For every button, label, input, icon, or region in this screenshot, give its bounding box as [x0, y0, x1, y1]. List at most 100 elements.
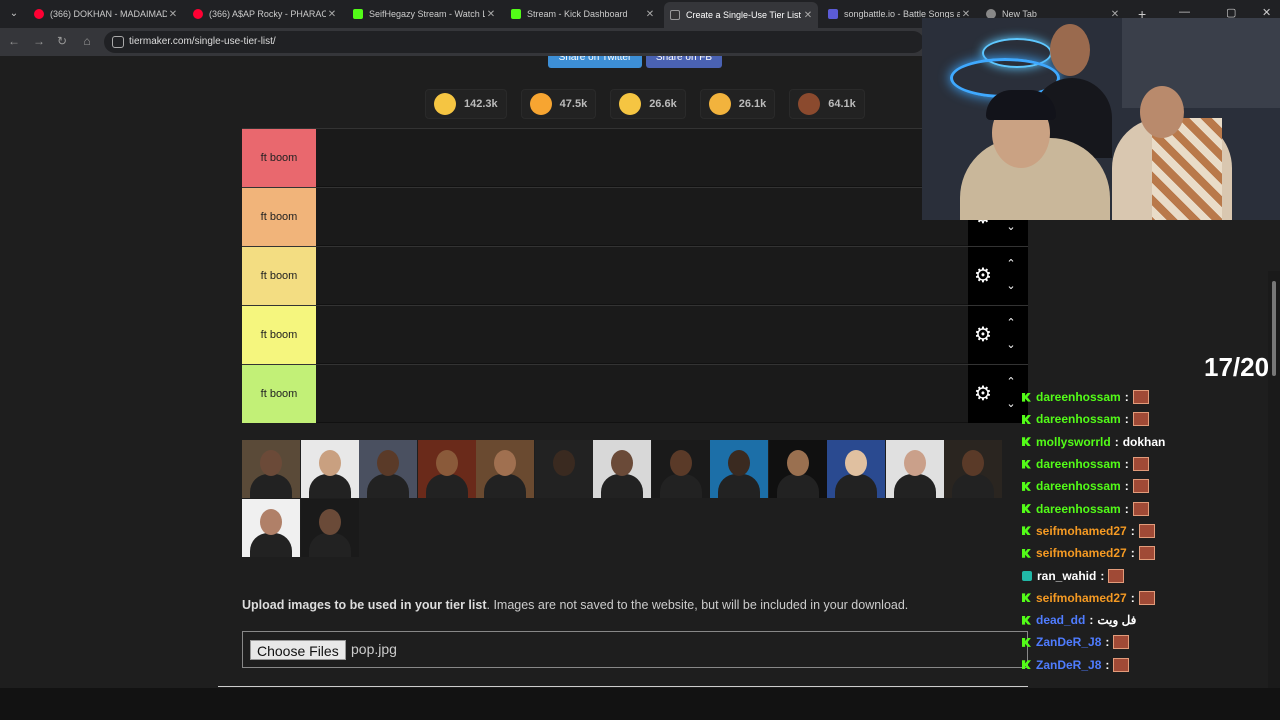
reaction-count: 26.6k — [649, 98, 677, 110]
portrait-head — [903, 450, 926, 476]
gear-icon[interactable]: ⚙ — [972, 324, 994, 346]
share-fb-button[interactable]: Share on FB — [646, 56, 722, 68]
kick-badge-icon — [1022, 615, 1031, 625]
tier-image[interactable] — [300, 440, 359, 498]
tier-label[interactable]: ft boom — [242, 247, 316, 305]
tier-row[interactable]: ft boom ⚙ ⌃ ⌄ — [242, 305, 1028, 364]
chat-username[interactable]: seifmohamed27 — [1036, 546, 1127, 560]
youtube-icon — [34, 9, 44, 19]
reload-icon[interactable]: ↻ — [55, 34, 69, 48]
forward-icon[interactable]: → — [32, 34, 46, 48]
tab-label: Stream - Kick Dashboard — [527, 9, 628, 19]
gear-icon[interactable]: ⚙ — [972, 265, 994, 287]
tab-close-icon[interactable]: ✕ — [485, 9, 497, 20]
scrollbar-thumb[interactable] — [1272, 281, 1276, 376]
upload-instructions-bold: Upload images to be used in your tier li… — [242, 598, 487, 612]
chevron-down-icon[interactable]: ⌄ — [1002, 220, 1020, 234]
chat-username[interactable]: dareenhossam — [1036, 390, 1121, 404]
tier-label[interactable]: ft boom — [242, 188, 316, 246]
file-input[interactable]: Choose Files pop.jpg — [242, 631, 1028, 668]
tier-image[interactable] — [359, 440, 417, 498]
portrait-head — [669, 450, 692, 476]
chat-username[interactable]: ran_wahid — [1037, 569, 1096, 583]
portrait-body — [250, 533, 292, 557]
tier-image[interactable] — [242, 440, 300, 498]
tier-image[interactable] — [710, 440, 768, 498]
tab-close-icon[interactable]: ✕ — [167, 9, 179, 20]
chat-emote-icon — [1132, 457, 1149, 472]
tab-close-icon[interactable]: ✕ — [644, 9, 656, 20]
divider — [218, 686, 1028, 687]
tier-image[interactable] — [827, 440, 885, 498]
kick-icon — [511, 9, 521, 19]
share-twitter-button[interactable]: Share on Twitter — [548, 56, 642, 68]
site-info-icon[interactable] — [112, 36, 124, 48]
tier-label[interactable]: ft boom — [242, 129, 316, 187]
tier-label[interactable]: ft boom — [242, 306, 316, 364]
chat-username[interactable]: seifmohamed27 — [1036, 591, 1127, 605]
chat-username[interactable]: mollysworrld — [1036, 435, 1111, 449]
chevron-down-icon[interactable]: ⌄ — [1002, 338, 1020, 352]
tier-image[interactable] — [651, 440, 710, 498]
tier-image[interactable] — [944, 440, 1002, 498]
tab-close-icon[interactable]: ✕ — [802, 10, 814, 21]
laughing-tears-icon — [619, 93, 642, 115]
tier-image[interactable] — [885, 440, 944, 498]
tier-image[interactable] — [242, 499, 300, 557]
tier-label[interactable]: ft boom — [242, 365, 316, 423]
chat-separator: : — [1124, 390, 1129, 405]
heart-eyes-icon — [529, 93, 552, 115]
streamer-figure — [1050, 24, 1090, 76]
tier-image[interactable] — [768, 440, 827, 498]
reaction-button[interactable]: 26.1k — [699, 89, 776, 119]
tab-close-icon[interactable]: ✕ — [326, 9, 338, 20]
portrait-body — [308, 474, 351, 498]
tab-search-chevron-icon[interactable]: ⌄ — [6, 6, 22, 22]
tier-image[interactable] — [476, 440, 534, 498]
tier-row[interactable]: ft boom ⚙ ⌃ ⌄ — [242, 364, 1028, 423]
back-icon[interactable]: ← — [7, 34, 21, 48]
browser-tab[interactable]: (366) A$AP Rocky - PHARAOH ✕ — [187, 4, 342, 24]
portrait-head — [318, 509, 341, 535]
tier-image[interactable] — [417, 440, 476, 498]
portrait-body — [835, 474, 877, 498]
chevron-down-icon[interactable]: ⌄ — [1002, 279, 1020, 293]
chat-username[interactable]: dead_dd — [1036, 613, 1085, 627]
tier-row[interactable]: ft boom ⚙ ⌃ ⌄ — [242, 246, 1028, 305]
tier-row[interactable]: ft boom⚙⌃⌄ — [242, 187, 1028, 246]
chat-username[interactable]: ZanDeR_J8 — [1036, 635, 1101, 649]
tier-image[interactable] — [593, 440, 651, 498]
tier-image[interactable] — [300, 499, 359, 557]
tier-row[interactable]: ft boom⚙⌃⌄ — [242, 128, 1028, 187]
browser-tab[interactable]: Stream - Kick Dashboard ✕ — [505, 4, 660, 24]
chat-username[interactable]: dareenhossam — [1036, 479, 1121, 493]
tier-image[interactable] — [534, 440, 593, 498]
tier-controls: ⚙ ⌃ ⌄ — [968, 247, 1028, 305]
chat-username[interactable]: seifmohamed27 — [1036, 524, 1127, 538]
chevron-down-icon[interactable]: ⌄ — [1002, 397, 1020, 411]
chat-separator: : — [1124, 501, 1129, 516]
reaction-button[interactable]: 26.6k — [610, 89, 686, 119]
chat-emote-icon — [1132, 412, 1149, 427]
reaction-button[interactable]: 64.1k — [789, 89, 865, 119]
kick-badge-icon — [1022, 637, 1031, 647]
choose-files-button[interactable]: Choose Files — [250, 640, 346, 660]
address-bar[interactable]: tiermaker.com/single-use-tier-list/ — [104, 31, 924, 53]
chat-username[interactable]: dareenhossam — [1036, 457, 1121, 471]
chevron-up-icon[interactable]: ⌃ — [1002, 257, 1020, 271]
browser-tab[interactable]: (366) DOKHAN - MADAIMADA ✕ — [28, 4, 183, 24]
reaction-button[interactable]: 47.5k — [520, 89, 597, 119]
browser-tab[interactable]: Create a Single-Use Tier List (P ✕ — [664, 2, 818, 28]
grinning-face-icon — [434, 93, 456, 115]
chevron-up-icon[interactable]: ⌃ — [1002, 316, 1020, 330]
chevron-up-icon[interactable]: ⌃ — [1002, 375, 1020, 389]
upload-instructions: Upload images to be used in your tier li… — [242, 598, 908, 612]
reaction-button[interactable]: 142.3k — [425, 89, 507, 119]
gear-icon[interactable]: ⚙ — [972, 383, 994, 405]
chat-username[interactable]: dareenhossam — [1036, 502, 1121, 516]
chat-username[interactable]: dareenhossam — [1036, 412, 1121, 426]
chat-username[interactable]: ZanDeR_J8 — [1036, 658, 1101, 672]
minimize-button[interactable]: — — [1179, 6, 1190, 18]
home-icon[interactable]: ⌂ — [80, 34, 94, 48]
browser-tab[interactable]: SeifHegazy Stream - Watch Live✕ — [347, 4, 501, 24]
